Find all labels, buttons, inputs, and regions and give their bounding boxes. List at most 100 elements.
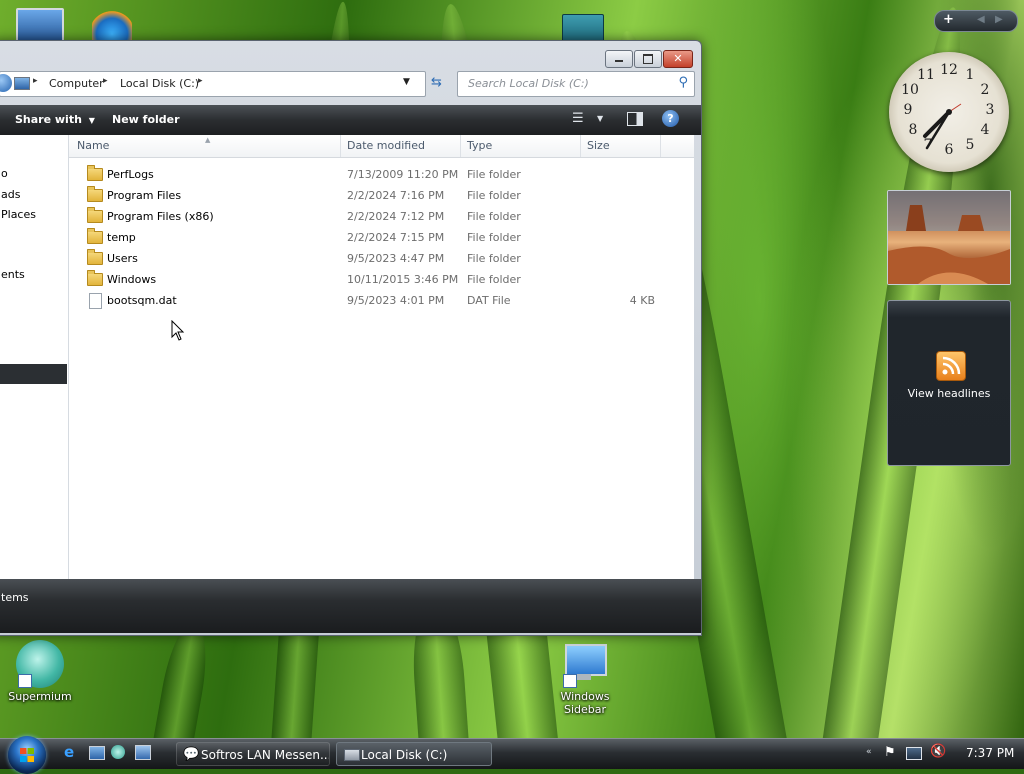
mouse-cursor-icon [171, 320, 185, 341]
table-row[interactable]: Windows 10/11/2015 3:46 PM File folder [69, 269, 694, 290]
taskbar: e 💬 Softros LAN Messen... Local Disk (C:… [0, 736, 1024, 774]
supermium-icon [16, 640, 64, 688]
slideshow-gadget[interactable] [887, 190, 1011, 285]
folder-icon [87, 228, 103, 244]
folder-icon [87, 270, 103, 286]
address-dropdown-icon[interactable]: ▼ [403, 77, 410, 87]
nav-item[interactable]: o [1, 167, 8, 180]
chevron-down-icon: ▼ [88, 116, 95, 125]
maximize-icon [643, 54, 653, 64]
breadcrumb-separator-icon[interactable]: ▸ [198, 76, 203, 86]
browser-desktop-icon[interactable] [92, 10, 132, 40]
file-date: 10/11/2015 3:46 PM [347, 273, 459, 286]
add-gadget-button[interactable]: + [943, 12, 954, 27]
breadcrumb-computer[interactable]: Computer [49, 77, 104, 90]
nav-item-selected[interactable] [0, 364, 67, 384]
system-clock[interactable]: 7:37 PM [966, 746, 1014, 760]
address-row: ▸ Computer ▸ Local Disk (C:) ▸ ▼ ⇆ Searc… [0, 69, 695, 97]
table-row[interactable]: bootsqm.dat 9/5/2023 4:01 PM DAT File 4 … [69, 290, 694, 311]
chevron-down-icon[interactable]: ▼ [597, 114, 603, 123]
nav-item-downloads[interactable]: ads [1, 188, 20, 201]
tray-expand-icon[interactable]: « [866, 747, 872, 757]
preview-pane-icon[interactable] [627, 112, 643, 126]
refresh-icon[interactable]: ⇆ [431, 75, 442, 90]
view-options-icon[interactable]: ☰ [572, 111, 584, 126]
column-headers: Name ▲ Date modified Type Size [69, 135, 694, 158]
close-button[interactable]: ✕ [663, 50, 693, 68]
file-list[interactable]: Name ▲ Date modified Type Size PerfLogs … [69, 135, 694, 579]
column-header-size[interactable]: Size [581, 135, 661, 157]
new-folder-button[interactable]: New folder [112, 113, 180, 126]
file-name: Users [107, 252, 138, 265]
column-header-name[interactable]: Name ▲ [69, 135, 341, 157]
clock-hands [923, 103, 962, 150]
minimize-button[interactable] [605, 50, 633, 68]
search-input[interactable]: Search Local Disk (C:) ⚲ [457, 71, 695, 97]
breadcrumb-separator-icon[interactable]: ▸ [33, 76, 38, 86]
nav-item-recent-places[interactable]: Places [1, 208, 36, 221]
computer-icon [14, 77, 30, 90]
explorer-window[interactable]: ✕ ▸ Computer ▸ Local Disk (C:) ▸ ▼ ⇆ Sea… [0, 40, 702, 636]
address-bar[interactable]: ▸ Computer ▸ Local Disk (C:) ▸ ▼ [0, 71, 426, 97]
breadcrumb-separator-icon[interactable]: ▸ [103, 76, 108, 86]
switch-windows-icon[interactable] [135, 745, 151, 760]
table-row[interactable]: Program Files 2/2/2024 7:16 PM File fold… [69, 185, 694, 206]
help-icon[interactable]: ? [662, 110, 679, 127]
rss-icon [936, 351, 966, 381]
back-button[interactable] [0, 74, 12, 92]
navigation-pane: o ads Places ents [0, 135, 69, 579]
folder-icon [87, 165, 103, 181]
view-headlines-link[interactable]: View headlines [888, 387, 1010, 400]
column-header-spacer [661, 135, 694, 157]
desktop-icon-supermium[interactable]: Supermium [0, 640, 80, 703]
share-with-label: Share with [15, 113, 82, 126]
taskbar-button-label: Softros LAN Messen... [201, 748, 330, 762]
folder-icon [87, 249, 103, 265]
table-row[interactable]: PerfLogs 7/13/2009 11:20 PM File folder [69, 164, 694, 185]
desktop-icon-windows-sidebar[interactable]: Windows Sidebar [545, 640, 625, 716]
file-type: File folder [467, 189, 521, 202]
table-row[interactable]: temp 2/2/2024 7:15 PM File folder [69, 227, 694, 248]
share-with-button[interactable]: Share with ▼ [15, 113, 95, 126]
file-type: File folder [467, 210, 521, 223]
show-desktop-icon[interactable] [89, 746, 105, 760]
file-type: File folder [467, 168, 521, 181]
windows-sidebar-icon [561, 640, 609, 688]
next-gadget-icon[interactable]: ▶ [995, 14, 1003, 25]
ie-quicklaunch-icon[interactable]: e [64, 743, 74, 761]
clock-gadget[interactable]: 12 1 2 3 4 5 6 7 8 9 10 11 [889, 52, 1009, 172]
column-header-date-modified[interactable]: Date modified [341, 135, 461, 157]
column-header-type[interactable]: Type [461, 135, 581, 157]
file-date: 7/13/2009 11:20 PM [347, 168, 459, 181]
prev-gadget-icon[interactable]: ◀ [977, 14, 985, 25]
start-button[interactable] [8, 736, 46, 774]
desktop-icon-label: Supermium [8, 690, 72, 703]
shortcut-arrow-icon [18, 674, 32, 688]
nav-item-documents[interactable]: ents [1, 268, 25, 281]
feed-headlines-gadget[interactable]: View headlines [887, 300, 1011, 466]
search-icon[interactable]: ⚲ [678, 75, 688, 90]
volume-muted-icon[interactable]: 🔇 [930, 744, 946, 759]
taskbar-button-local-disk[interactable]: Local Disk (C:) [336, 742, 492, 766]
file-type: File folder [467, 231, 521, 244]
sort-arrow-icon: ▲ [205, 136, 211, 144]
file-date: 9/5/2023 4:01 PM [347, 294, 445, 307]
close-icon: ✕ [673, 52, 683, 65]
taskbar-button-label: Local Disk (C:) [361, 748, 448, 762]
window-titlebar[interactable]: ✕ [0, 41, 701, 68]
supermium-quicklaunch-icon[interactable] [111, 745, 125, 759]
breadcrumb-local-disk[interactable]: Local Disk (C:) [120, 77, 199, 90]
file-date: 9/5/2023 4:47 PM [347, 252, 445, 265]
file-date: 2/2/2024 7:15 PM [347, 231, 445, 244]
maximize-button[interactable] [634, 50, 662, 68]
table-row[interactable]: Users 9/5/2023 4:47 PM File folder [69, 248, 694, 269]
drive-icon [344, 749, 360, 761]
minimize-icon [615, 60, 623, 62]
file-icon [89, 293, 102, 309]
action-center-flag-icon[interactable]: ⚑ [884, 745, 896, 760]
taskbar-button-softros[interactable]: 💬 Softros LAN Messen... [176, 742, 330, 766]
sidebar-gadget-controls: + ◀ ▶ [934, 10, 1018, 32]
table-row[interactable]: Program Files (x86) 2/2/2024 7:12 PM Fil… [69, 206, 694, 227]
search-placeholder: Search Local Disk (C:) [468, 77, 589, 90]
network-icon[interactable] [906, 747, 922, 760]
